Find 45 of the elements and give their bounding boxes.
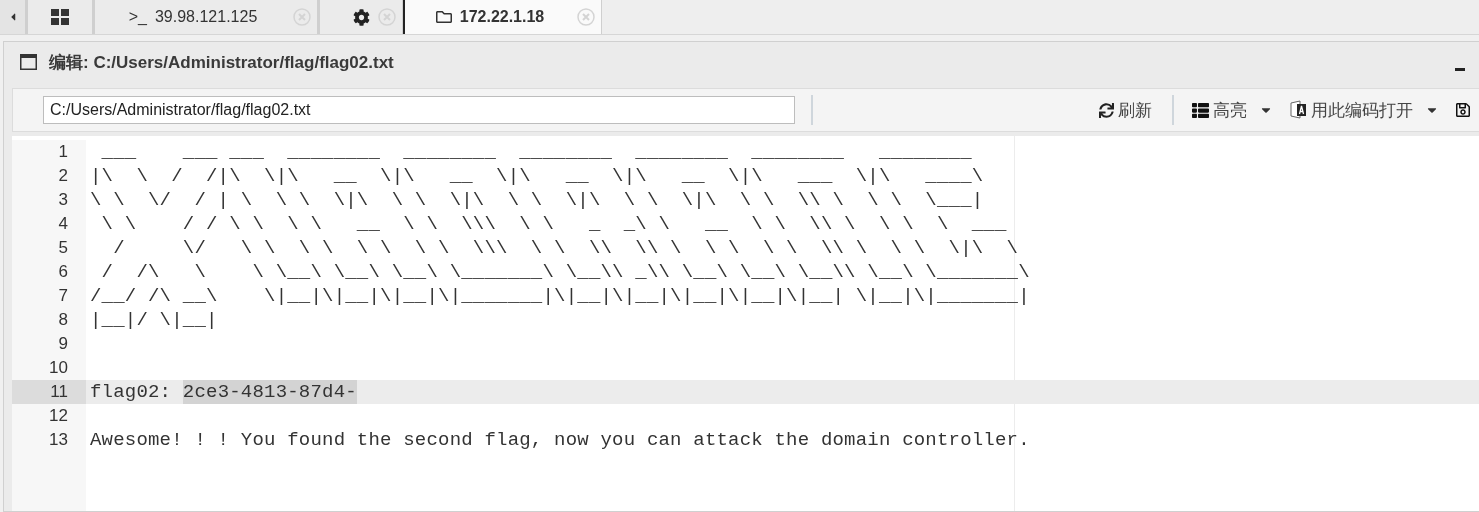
selected-text: 2ce3-4813-87d4- (182, 380, 357, 404)
code-line: flag02: (89, 380, 173, 404)
refresh-button[interactable]: 刷新 (1091, 95, 1160, 125)
tab[interactable]: >_ 39.98.121.125 (93, 0, 318, 34)
tab[interactable] (318, 0, 403, 34)
code-line: /__/ /\ __\ \|__|\|__|\|__|\|_______|\|__|\|__|\|__|\|__|\|__| \|__|\|_______| (89, 284, 1030, 308)
line-number: 1 (12, 140, 86, 164)
line-number: 5 (12, 236, 86, 260)
document-icon (1289, 100, 1307, 120)
window-title: 编辑: C:/Users/Administrator/flag/flag02.txt (49, 51, 395, 74)
code-line: ___ ___ ___ ________ ________ ________ ________ ________ ________ (100, 140, 972, 164)
code-line: |\ \ / /|\ \|\ __ \|\ __ \|\ __ \|\ __ \|\ ___ \|\ ____\ (89, 164, 984, 188)
line-number: 10 (12, 356, 86, 380)
line-number: 11 (12, 380, 86, 404)
window-icon (20, 54, 37, 70)
path-field[interactable]: C:/Users/Administrator/flag/flag02.txt (43, 96, 795, 124)
list-icon (1192, 101, 1209, 119)
highlight-button[interactable]: 高亮 (1172, 95, 1281, 125)
code-line: \ \ \/ / | \ \ \ \|\ \ \ \|\ \ \ \|\ \ \ \|\ \ \ \\ \ \ \ \___| (89, 188, 984, 212)
code-line: / /\ \ \ \__\ \__\ \__\ \_______\ \__\\ _\\ \__\ \__\ \__\\ \__\ \_______\ (100, 260, 1030, 284)
line-number: 8 (12, 308, 86, 332)
line-number: 2 (12, 164, 86, 188)
folder-icon (435, 9, 452, 25)
line-number: 7 (12, 284, 86, 308)
line-number: 6 (12, 260, 86, 284)
code-line: Awesome! ! ! You found the second flag, now you can attack the domain controller. (89, 428, 1030, 452)
line-number: 4 (12, 212, 86, 236)
tab[interactable]: 172.22.1.18 (403, 0, 602, 34)
tab-label: 39.98.121.125 (154, 8, 258, 26)
line-number: 9 (12, 332, 86, 356)
tab-label: 172.22.1.18 (459, 8, 545, 26)
save-icon (1455, 102, 1471, 118)
terminal-prompt: >_ (128, 8, 147, 26)
code-line: / \/ \ \ \ \ \ \ \ \ \\\ \ \ \\ \\ \ \ \ \ \ \\ \ \ \ \|\ \ (112, 236, 1019, 260)
code-line: |__|/ \|__| (89, 308, 218, 332)
grid-icon (51, 9, 69, 25)
line-number: 12 (12, 404, 86, 428)
code-line: \ \ / / \ \ \ \ __ \ \ \\\ \ \ _ _\ \ __ \ \ \\ \ \ \ \ ___ (100, 212, 1007, 236)
refresh-icon (1099, 102, 1114, 118)
minimize-icon[interactable] (1455, 67, 1465, 71)
line-number: 13 (12, 428, 86, 452)
line-number: 3 (12, 188, 86, 212)
tab[interactable] (26, 0, 93, 34)
encoding-button[interactable]: 用此编码打开 (1281, 95, 1447, 125)
settings-icon (352, 8, 370, 26)
